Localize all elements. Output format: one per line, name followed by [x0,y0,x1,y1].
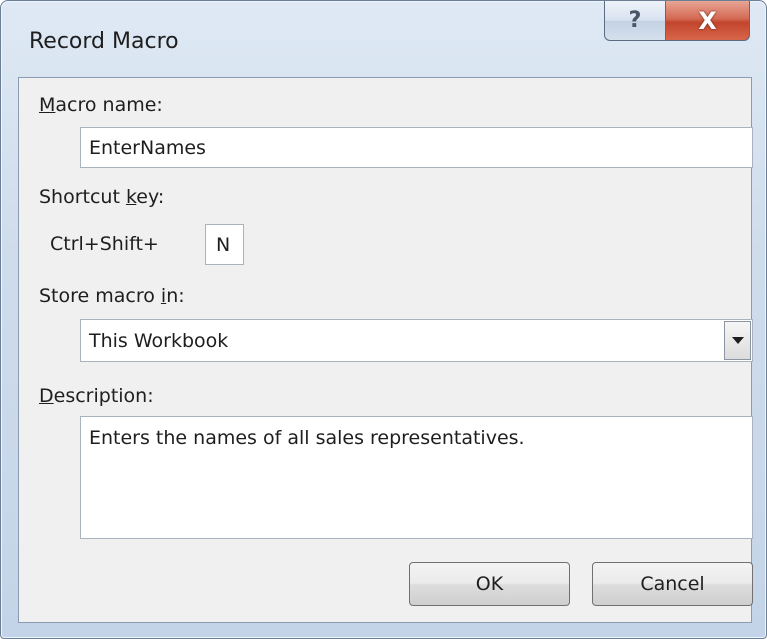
record-macro-dialog: Record Macro ? X Macro name: EnterNames … [0,0,767,639]
ok-button[interactable]: OK [409,562,570,606]
description-textarea[interactable]: Enters the names of all sales representa… [80,416,753,539]
macro-name-label-text: acro name: [55,94,163,116]
shortcut-key-input[interactable]: N [205,224,244,265]
close-icon: X [698,6,717,35]
macro-name-accel: M [39,94,56,116]
store-macro-label: Store macro in: [39,285,185,307]
shortcut-label-pre: Shortcut [39,186,126,208]
description-label-text: escription: [53,385,154,407]
shortcut-prefix: Ctrl+Shift+ [50,233,159,255]
macro-name-value: EnterNames [89,136,206,159]
store-macro-selected: This Workbook [89,329,229,352]
dialog-body: Macro name: EnterNames Shortcut key: Ctr… [18,77,753,623]
store-macro-select[interactable]: This Workbook [80,319,753,362]
store-label-post: n: [166,285,185,307]
help-button[interactable]: ? [604,1,666,41]
macro-name-input[interactable]: EnterNames [80,127,753,168]
title-bar[interactable]: Record Macro ? X [1,1,766,79]
description-label: Description: [39,385,154,407]
store-label-pre: Store macro [39,285,161,307]
cancel-button[interactable]: Cancel [592,562,753,606]
shortcut-accel: k [125,186,137,208]
description-accel: D [39,385,54,407]
shortcut-key-label: Shortcut key: [39,186,164,208]
dropdown-button[interactable] [724,321,751,360]
shortcut-label-post: ey: [136,186,165,208]
dialog-title: Record Macro [29,29,179,54]
macro-name-label: Macro name: [39,94,163,116]
close-button[interactable]: X [665,1,750,41]
chevron-down-icon [731,337,744,344]
shortcut-key-value: N [216,233,231,256]
help-icon: ? [628,8,642,33]
description-value: Enters the names of all sales representa… [89,427,525,449]
